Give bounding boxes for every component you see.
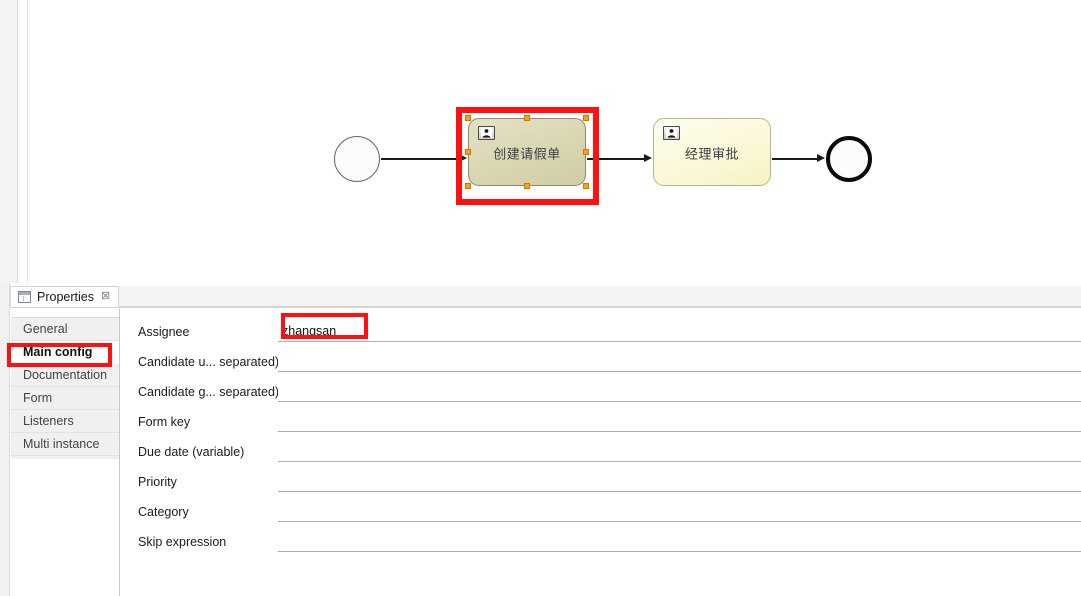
annotation-main-config-tab (7, 343, 112, 367)
annotation-assignee-value (281, 313, 368, 339)
tab-label: General (23, 322, 68, 336)
form-key-input[interactable] (278, 412, 1081, 432)
due-date-input[interactable] (278, 442, 1081, 462)
form-row-candidate-users: Candidate u... separated) (120, 347, 1081, 377)
annotation-selected-task (456, 107, 599, 205)
main-config-form: Assignee Candidate u... separated) Candi… (120, 309, 1081, 596)
category-input[interactable] (278, 502, 1081, 522)
tab-properties[interactable]: Properties ⊠ (10, 286, 120, 307)
form-row-category: Category (120, 497, 1081, 527)
form-row-form-key: Form key (120, 407, 1081, 437)
sequence-flow-task2-to-end[interactable] (772, 158, 818, 160)
form-row-due-date: Due date (variable) (120, 437, 1081, 467)
sidebar-item-form[interactable]: Form (11, 387, 119, 410)
tab-label: Multi instance (23, 437, 100, 451)
bpmn-diagram[interactable]: 创建请假单 经理审批 (0, 0, 1081, 283)
tab-label: Documentation (23, 368, 108, 382)
assignee-input[interactable] (278, 322, 1081, 342)
label-priority: Priority (138, 475, 177, 489)
candidate-groups-input[interactable] (278, 382, 1081, 402)
tab-list-top-gap (11, 309, 119, 318)
eclipse-bpmn-editor-window: 创建请假单 经理审批 Properties ⊠ General Main con… (0, 0, 1081, 596)
label-form-key: Form key (138, 415, 191, 429)
sidebar-item-general[interactable]: General (11, 318, 119, 341)
form-row-assignee: Assignee (120, 317, 1081, 347)
task-label: 经理审批 (684, 147, 739, 163)
diagram-canvas-area[interactable]: 创建请假单 经理审批 (0, 0, 1081, 283)
sidebar-item-multi-instance[interactable]: Multi instance (11, 433, 119, 456)
properties-body: General Main config Documentation Form L… (10, 307, 1081, 596)
tab-list-filler (11, 459, 119, 596)
label-candidate-groups: Candidate g... separated) (138, 385, 280, 399)
tab-label: Form (23, 391, 53, 405)
label-candidate-users: Candidate u... separated) (138, 355, 280, 369)
candidate-users-input[interactable] (278, 352, 1081, 372)
label-due-date: Due date (variable) (138, 445, 245, 459)
properties-view-icon (18, 290, 31, 303)
label-assignee: Assignee (138, 325, 190, 339)
properties-view-left-rail (0, 283, 10, 596)
label-category: Category (138, 505, 189, 519)
arrowhead-task1-to-task2 (644, 154, 652, 162)
form-row-priority: Priority (120, 467, 1081, 497)
form-row-skip-expression: Skip expression (120, 527, 1081, 557)
view-tabfolder-bar: Properties ⊠ (10, 286, 1081, 307)
tab-properties-label: Properties (37, 289, 94, 304)
tab-label: Listeners (23, 414, 74, 428)
label-skip-expression: Skip expression (138, 535, 227, 549)
user-task-icon (663, 126, 680, 140)
sidebar-item-listeners[interactable]: Listeners (11, 410, 119, 433)
sidebar-item-documentation[interactable]: Documentation (11, 364, 119, 387)
properties-view: Properties ⊠ General Main config Documen… (0, 283, 1081, 596)
sequence-flow-start-to-task1[interactable] (381, 158, 460, 160)
task-manager-approval[interactable]: 经理审批 (653, 118, 771, 186)
form-row-candidate-groups: Candidate g... separated) (120, 377, 1081, 407)
start-event[interactable] (334, 136, 380, 182)
arrowhead-task2-to-end (817, 154, 825, 162)
close-icon[interactable]: ⊠ (101, 291, 110, 302)
skip-expression-input[interactable] (278, 532, 1081, 552)
priority-input[interactable] (278, 472, 1081, 492)
end-event[interactable] (826, 136, 872, 182)
